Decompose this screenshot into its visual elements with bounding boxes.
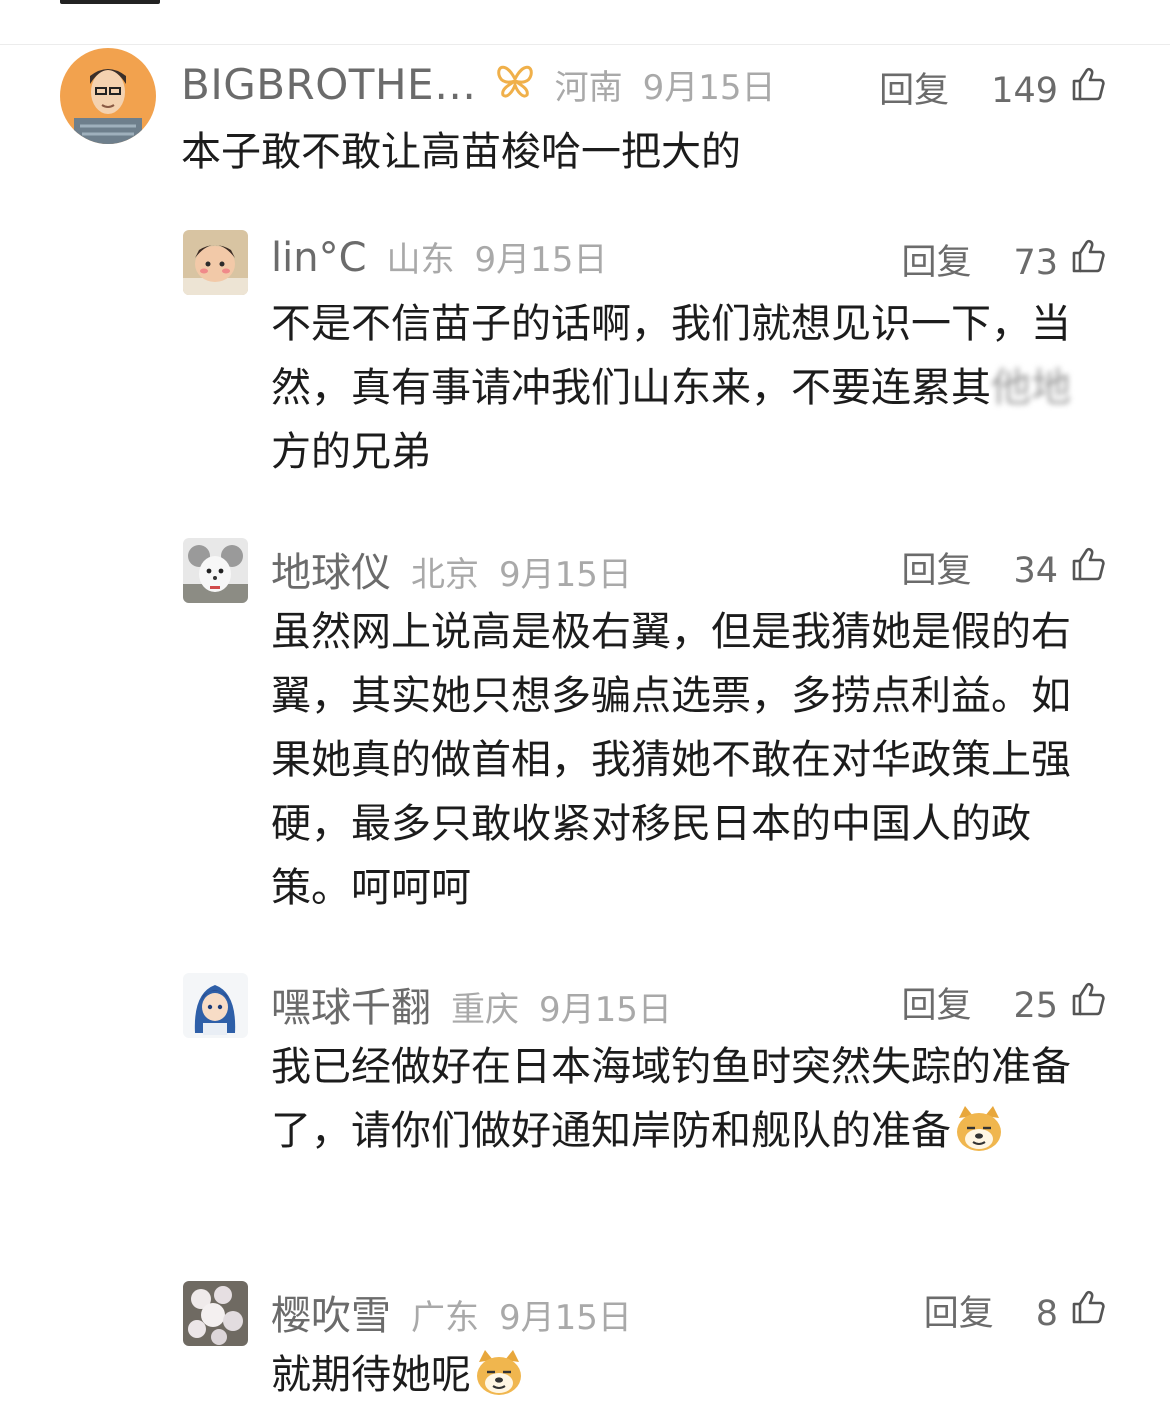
comment-actions: 回复 25 [901,977,1106,1028]
like-count: 25 [1013,986,1058,1026]
reply-button[interactable]: 回复 [901,234,971,285]
date: 9月15日 [499,1298,632,1338]
date: 9月15日 [474,240,608,280]
comment-header: 地球仪 北京 9月15日 [271,540,632,598]
comment-text: 本子敢不敢让高苗梭哈一把大的 [181,129,741,175]
avatar[interactable] [183,1281,248,1346]
comment-header: BIGBROTHE… 河南 9月15日 [181,60,775,109]
like-count: 73 [1013,243,1058,283]
reply-button[interactable]: 回复 [901,977,971,1028]
location: 山东 [386,240,455,280]
comment-actions: 回复 34 [901,542,1106,593]
thumb-up-icon[interactable] [1070,238,1106,274]
like-count: 34 [1013,551,1058,591]
username[interactable]: BIGBROTHE… [181,60,477,109]
butterfly-badge-icon [496,65,533,98]
avatar[interactable] [183,973,248,1038]
comment-text-part: 就期待她呢 [271,1352,471,1398]
location: 广东 [411,1298,479,1338]
reply-button[interactable]: 回复 [879,62,949,113]
comment-text: 虽然网上说高是极右翼，但是我猜她是假的右翼，其实她只想多骗点选票，多捞点利益。如… [271,609,1071,911]
reply-button[interactable]: 回复 [924,1285,994,1336]
comment-header: 嘿球千翻 重庆 9月15日 [271,975,672,1033]
comment-header: lin°C 山东 9月15日 [271,232,607,281]
comment-text: 就期待她呢 [271,1343,1091,1407]
date: 9月15日 [499,555,632,595]
username[interactable]: lin°C [271,235,367,281]
previous-content-fragment [60,0,160,4]
comment-text-part: 方的兄弟 [271,429,431,475]
like-count: 8 [1035,1294,1058,1334]
thumb-up-icon[interactable] [1070,546,1106,582]
comment-header: 樱吹雪 广东 9月15日 [271,1283,632,1341]
doge-emoji [477,1350,521,1395]
location: 重庆 [451,990,519,1030]
thumb-up-icon[interactable] [1070,66,1106,102]
like-count: 149 [991,71,1058,111]
comment-text: 不是不信苗子的话啊，我们就想见识一下，当然，真有事请冲我们山东来，不要连累其他地… [271,292,1091,484]
comment-actions: 回复 8 [924,1285,1106,1336]
date: 9月15日 [642,68,776,108]
blurred-text: 他地 [991,365,1071,411]
comment-text-part: 我已经做好在日本海域钓鱼时突然失踪的准备了，请你们做好通知岸防和舰队的准备 [271,1044,1071,1154]
thumb-up-icon[interactable] [1070,981,1106,1017]
reply-button[interactable]: 回复 [901,542,971,593]
avatar[interactable] [183,230,248,295]
thumb-up-icon[interactable] [1070,1289,1106,1325]
comment-text-part: 不是不信苗子的话啊，我们就想见识一下，当然，真有事请冲我们山东来，不要连累其 [271,301,1071,411]
location: 河南 [554,68,623,108]
username[interactable]: 嘿球千翻 [271,975,431,1033]
doge-emoji [957,1106,1001,1151]
comment-actions: 回复 73 [901,234,1106,285]
username[interactable]: 樱吹雪 [271,1283,391,1341]
comment-actions: 回复 149 [879,62,1106,113]
avatar[interactable] [60,48,156,144]
date: 9月15日 [539,990,672,1030]
avatar[interactable] [183,538,248,603]
divider [0,44,1170,45]
username[interactable]: 地球仪 [271,540,391,598]
location: 北京 [411,555,479,595]
comment-text: 我已经做好在日本海域钓鱼时突然失踪的准备了，请你们做好通知岸防和舰队的准备 [271,1035,1091,1163]
